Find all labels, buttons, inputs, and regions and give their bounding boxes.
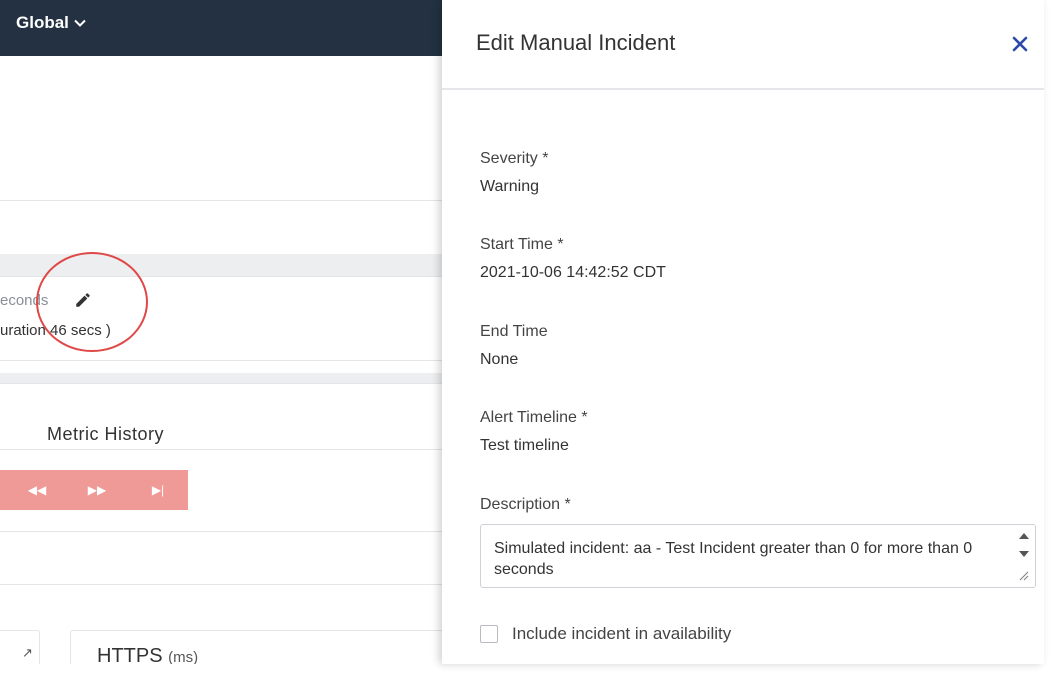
global-menu-label: Global [16,13,69,32]
fast-forward-button[interactable]: ▶▶ [86,481,108,499]
description-textarea[interactable]: Simulated incident: aa - Test Incident g… [480,524,1036,588]
end-time-label: End Time [480,323,548,340]
end-time-field: End Time None [480,323,548,369]
metric-history-title: Metric History [47,424,165,444]
alert-timeline-field: Alert Timeline * Test timeline [480,409,588,455]
scroll-down-icon[interactable] [1019,551,1029,557]
textarea-scrollbar[interactable] [1017,527,1031,583]
divider [0,383,445,384]
metric-card [0,630,40,664]
incident-duration-sub: uration 46 secs ) [0,322,111,339]
metric-card-title: HTTPS [97,645,163,664]
severity-label: Severity * [480,150,549,167]
incident-duration-text: econds [0,292,49,309]
start-time-value: 2021-10-06 14:42:52 CDT [480,264,666,281]
divider [0,360,445,361]
skip-end-button[interactable]: ▶| [147,481,169,499]
chevron-down-icon [74,19,86,27]
description-field: Description * [480,496,571,514]
severity-field: Severity * Warning [480,150,548,196]
divider [0,276,445,277]
divider [0,449,445,450]
rewind-button[interactable]: ◀◀ [26,481,48,499]
metric-card-https: HTTPS (ms) [70,630,472,664]
description-label: Description * [480,496,571,513]
end-time-value: None [480,351,519,368]
section-band [0,373,445,383]
close-icon[interactable] [1010,34,1030,54]
resize-grip-icon[interactable] [1017,569,1029,581]
scroll-up-icon[interactable] [1019,533,1029,539]
divider [0,200,445,201]
metric-card-unit: (ms) [168,649,199,664]
playback-bar: ◀◀ ▶▶ ▶| [0,470,188,510]
start-time-field: Start Time * 2021-10-06 14:42:52 CDT [480,236,666,282]
drawer-header: Edit Manual Incident [442,0,1044,90]
include-availability-label: Include incident in availability [512,624,732,643]
start-time-label: Start Time * [480,236,564,253]
alert-timeline-label: Alert Timeline * [480,409,588,426]
divider [0,584,445,585]
include-availability-checkbox[interactable] [480,625,498,643]
severity-value: Warning [480,178,539,195]
drawer-title: Edit Manual Incident [476,30,676,55]
divider [0,531,445,532]
global-menu[interactable]: Global [16,13,87,33]
section-band [0,254,445,276]
external-link-icon: ↗ [22,645,33,660]
edit-incident-drawer: Edit Manual Incident Severity * Warning … [442,0,1044,664]
include-availability-option[interactable]: Include incident in availability [480,624,731,644]
pencil-icon[interactable] [74,291,92,309]
alert-timeline-value: Test timeline [480,437,569,454]
description-text: Simulated incident: aa - Test Incident g… [494,540,973,578]
